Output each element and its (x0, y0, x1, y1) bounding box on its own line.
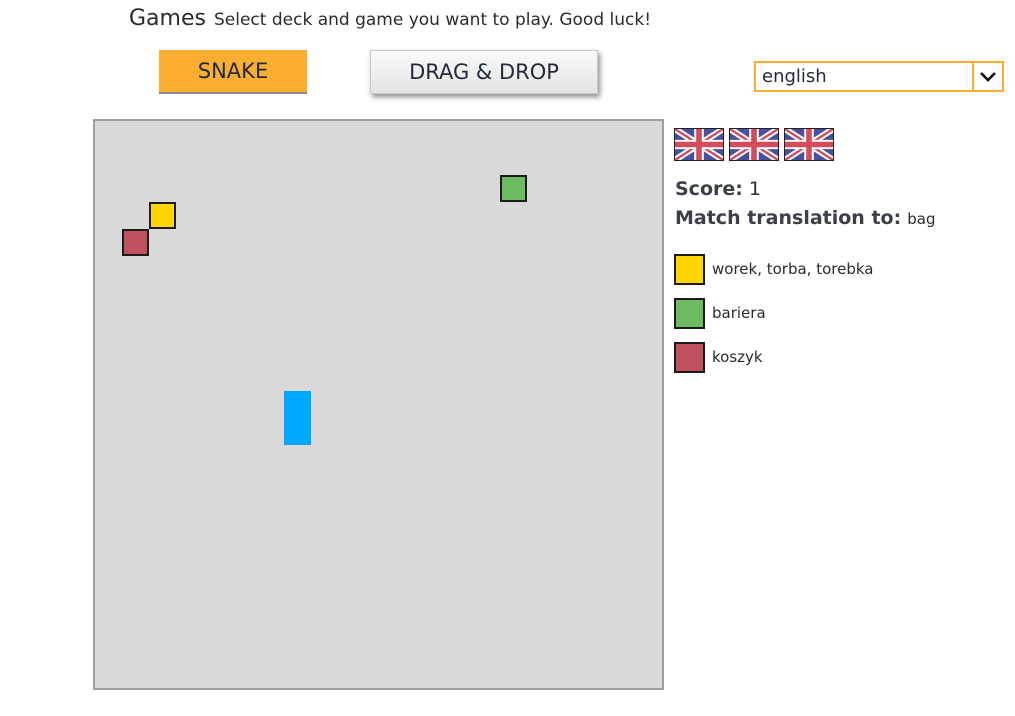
lives-indicator (674, 128, 834, 161)
legend-swatch-yellow (674, 253, 705, 285)
legend-label: worek, torba, torebka (712, 260, 874, 278)
answer-legend: worek, torba, torebka bariera koszyk (674, 253, 873, 385)
snake-game-button[interactable]: SNAKE (159, 50, 307, 94)
game-board[interactable] (93, 119, 664, 690)
uk-flag-icon (729, 128, 779, 161)
match-word: bag (907, 210, 936, 228)
legend-label: koszyk (712, 348, 763, 366)
snake (284, 391, 311, 445)
legend-item: bariera (674, 297, 873, 329)
legend-label: bariera (712, 304, 766, 322)
food-green (500, 175, 527, 202)
food-red (122, 229, 149, 256)
score: Score: 1 (675, 178, 761, 200)
match-prompt: Match translation to: bag (675, 207, 935, 229)
language-select[interactable]: english (754, 61, 1004, 92)
games-instructions: Select deck and game you want to play. G… (214, 10, 652, 30)
uk-flag-icon (674, 128, 724, 161)
legend-swatch-red (674, 341, 705, 373)
uk-flag-icon (784, 128, 834, 161)
match-label: Match translation to: (675, 207, 902, 229)
legend-swatch-green (674, 297, 705, 329)
legend-item: worek, torba, torebka (674, 253, 873, 285)
games-title: Games (129, 6, 206, 31)
legend-item: koszyk (674, 341, 873, 373)
drag-drop-game-button[interactable]: DRAG & DROP (370, 50, 598, 94)
food-yellow (149, 202, 176, 229)
language-select-value: english (762, 66, 827, 87)
score-label: Score: (675, 178, 743, 200)
chevron-down-icon[interactable] (972, 63, 1002, 90)
score-value: 1 (748, 178, 761, 200)
